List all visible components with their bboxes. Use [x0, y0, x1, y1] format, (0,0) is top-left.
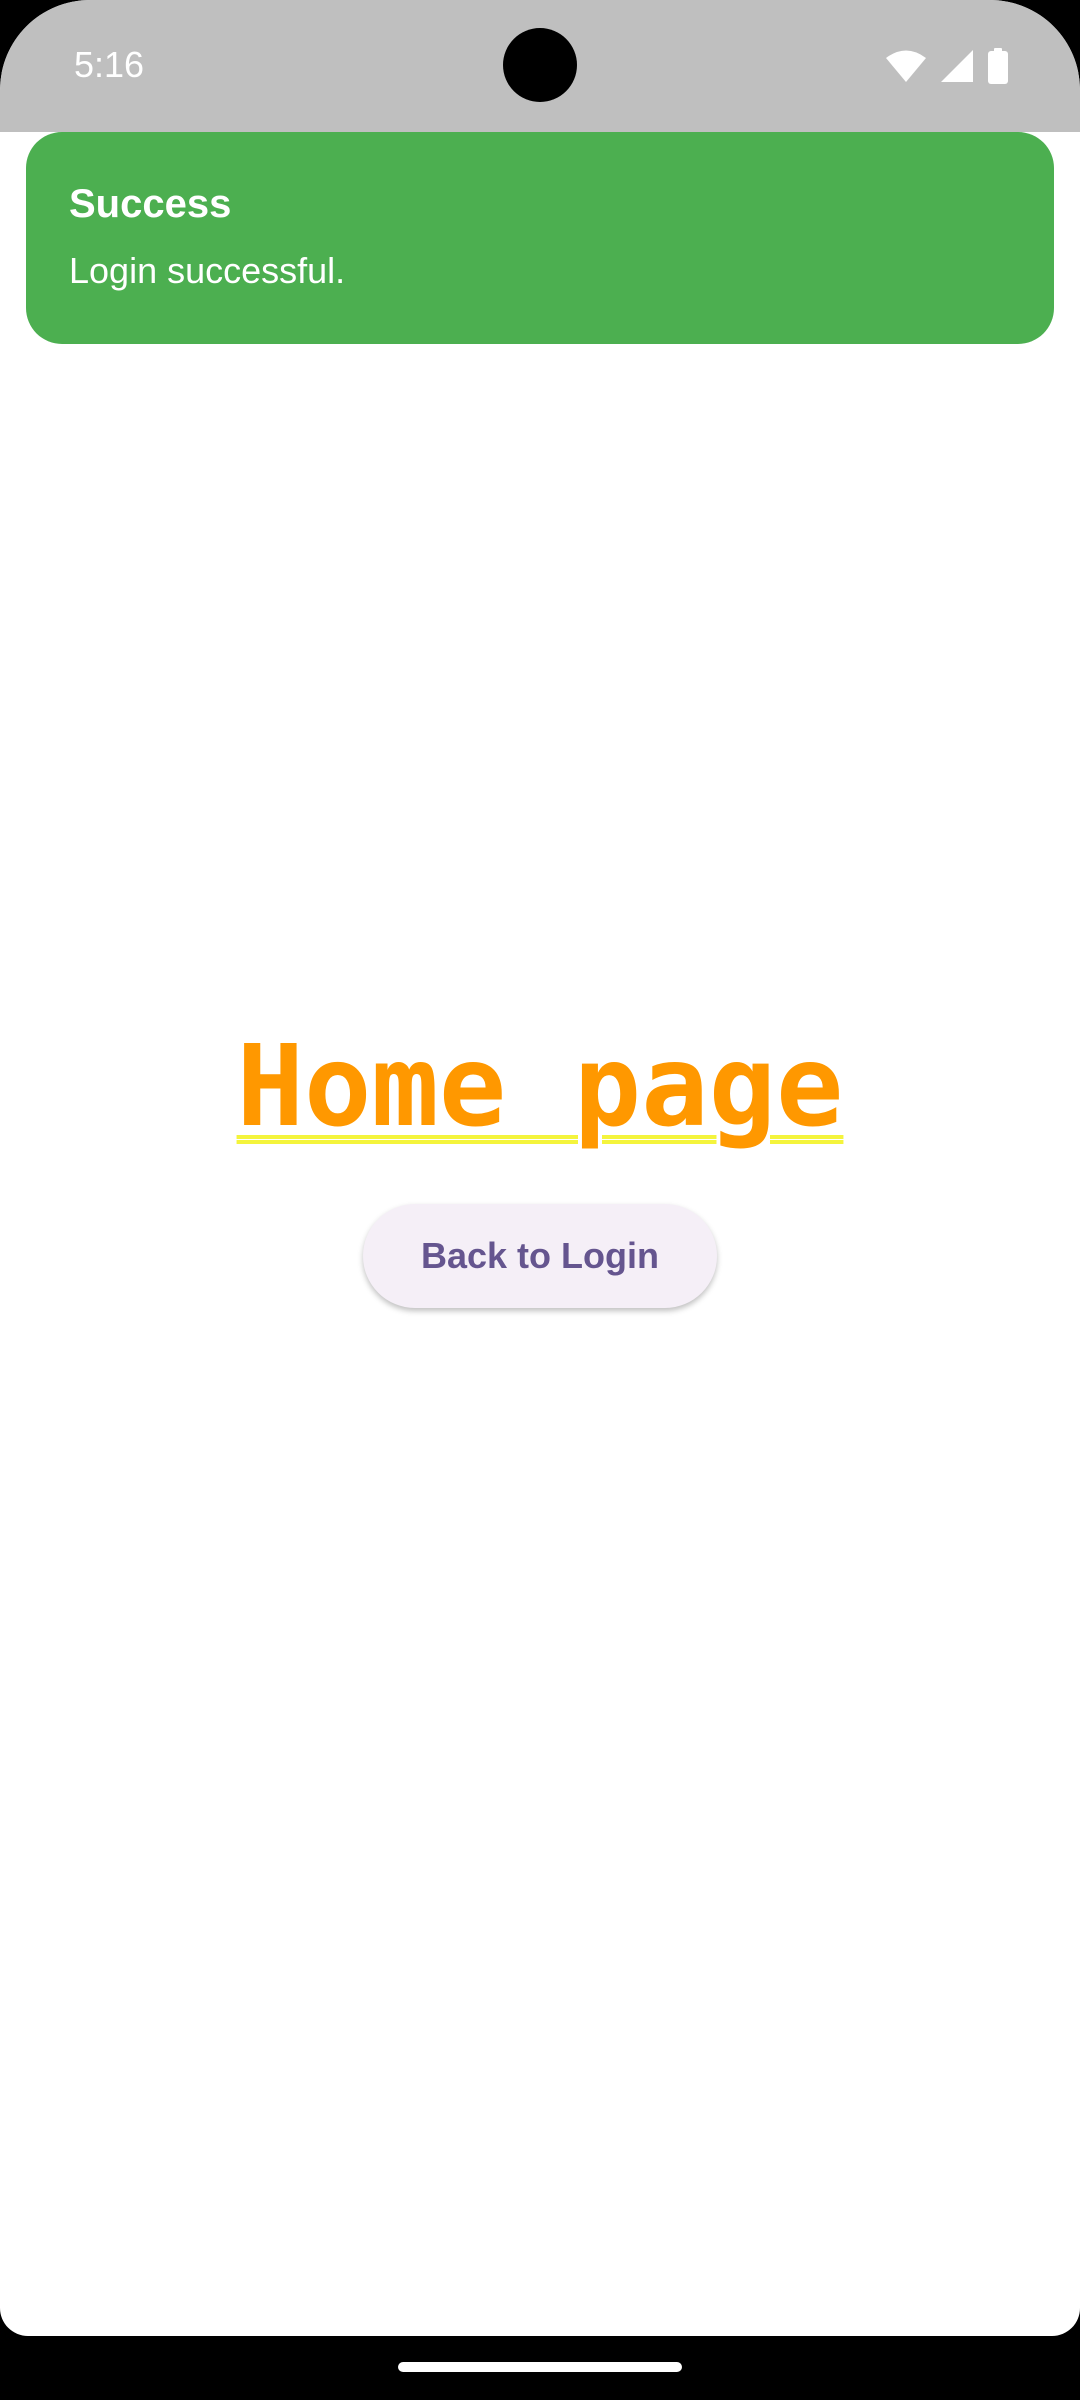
home-indicator[interactable] [398, 2362, 682, 2372]
back-to-login-button[interactable]: Back to Login [363, 1204, 717, 1308]
status-time: 5:16 [74, 44, 145, 85]
camera-cutout [503, 28, 577, 102]
battery-icon [988, 48, 1008, 84]
app-screen: 5:16 Success Login successful. Home page… [0, 0, 1080, 2336]
wifi-icon [886, 50, 926, 82]
cellular-signal-icon [941, 50, 973, 82]
page-title-text: Home page [236, 1022, 844, 1152]
status-icons [886, 46, 1008, 86]
snackbar-title: Success [69, 182, 232, 226]
page-title: Home page [0, 1022, 1080, 1152]
status-bar: 5:16 [0, 0, 1080, 132]
success-snackbar[interactable]: Success Login successful. [26, 132, 1054, 344]
snackbar-message: Login successful. [69, 250, 346, 291]
